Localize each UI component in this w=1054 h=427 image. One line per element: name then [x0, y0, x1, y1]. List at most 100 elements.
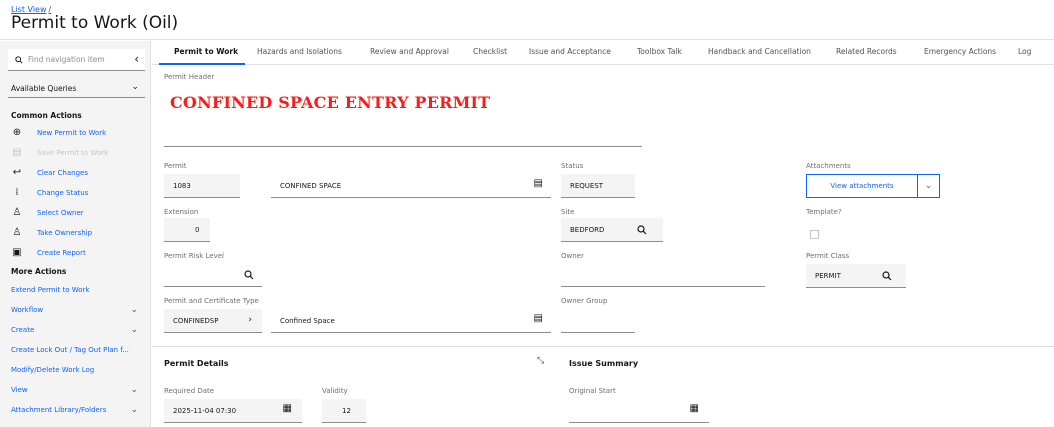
owner-group-label: Owner Group [561, 297, 608, 305]
page-header: List View / Permit to Work (Oil) [0, 0, 1054, 40]
more-extend-permit[interactable]: Extend Permit to Work [11, 285, 146, 297]
certificate-type-field[interactable]: CONFINEDSP › [164, 309, 262, 333]
plus-circle-icon: ⊕ [12, 127, 22, 138]
search-icon[interactable] [882, 271, 892, 281]
more-create[interactable]: Create ⌄ [11, 325, 146, 337]
status-value: REQUEST [570, 182, 604, 190]
tab-toolbox-talk[interactable]: Toolbox Talk [637, 47, 682, 56]
tab-bar: Permit to Work Hazards and Isolations Re… [152, 41, 1054, 65]
certificate-type-value: CONFINEDSP [173, 317, 219, 325]
calendar-icon[interactable]: ▦ [690, 403, 699, 414]
long-description-icon[interactable]: ▤ [534, 178, 543, 189]
undo-icon: ↩ [12, 167, 22, 178]
permit-class-value: PERMIT [815, 272, 841, 280]
tab-related-records[interactable]: Related Records [836, 47, 897, 56]
more-workflow[interactable]: Workflow ⌄ [11, 305, 146, 317]
template-label: Template? [806, 208, 842, 216]
action-clear-changes[interactable]: ↩ Clear Changes [11, 167, 146, 180]
action-label: Select Owner [37, 209, 84, 217]
certificate-type-description-field[interactable]: Confined Space ▤ [271, 309, 551, 333]
action-label: Create [11, 326, 35, 334]
permit-class-label: Permit Class [806, 252, 850, 260]
collapse-icon[interactable]: ⤡ [537, 356, 544, 366]
long-description-icon[interactable]: ▤ [534, 313, 543, 324]
owner-field[interactable] [561, 263, 765, 287]
search-icon[interactable] [244, 270, 254, 280]
chevron-right-icon[interactable]: › [248, 315, 252, 325]
extension-field[interactable]: 0 [164, 218, 210, 242]
action-label: View [11, 386, 28, 394]
permit-number-field[interactable]: 1083 [164, 174, 240, 198]
permit-description-field[interactable]: CONFINED SPACE ▤ [271, 174, 551, 198]
owner-group-field[interactable] [561, 309, 635, 333]
more-attachment-library[interactable]: Attachment Library/Folders ⌄ [11, 405, 146, 417]
permit-description-value: CONFINED SPACE [280, 182, 342, 190]
tab-permit-to-work[interactable]: Permit to Work [174, 47, 238, 56]
chevron-down-icon: ⌄ [130, 385, 138, 395]
required-date-field[interactable]: 2025-11-04 07:30 ▦ [164, 399, 302, 423]
tab-hazards-isolations[interactable]: Hazards and Isolations [257, 47, 342, 56]
certificate-type-label: Permit and Certificate Type [164, 297, 259, 305]
permit-header-value[interactable]: CONFINED SPACE ENTRY PERMIT [170, 93, 490, 112]
report-icon: ▣ [12, 247, 22, 258]
site-value: BEDFORD [570, 226, 605, 234]
chevron-down-icon: ⌄ [130, 405, 138, 415]
action-take-ownership[interactable]: ♙ Take Ownership [11, 227, 146, 240]
required-date-label: Required Date [164, 387, 215, 395]
more-create-loto[interactable]: Create Lock Out / Tag Out Plan f... [11, 345, 146, 357]
action-label: Change Status [37, 189, 89, 197]
search-input-placeholder[interactable]: Find navigation item [28, 55, 105, 64]
navigation-search[interactable]: Find navigation item ‹ [8, 49, 145, 71]
view-attachments-label: View attachments [830, 182, 894, 190]
status-field[interactable]: REQUEST [561, 174, 635, 198]
common-actions-heading: Common Actions [11, 111, 82, 120]
action-label: Clear Changes [37, 169, 88, 177]
action-change-status[interactable]: ⁞ Change Status [11, 187, 146, 200]
action-select-owner[interactable]: ♙ Select Owner [11, 207, 146, 220]
permit-header-label: Permit Header [164, 73, 215, 81]
certificate-type-description: Confined Space [280, 317, 335, 325]
permit-number-value: 1083 [173, 182, 191, 190]
available-queries-label: Available Queries [11, 84, 77, 93]
tab-handback-cancellation[interactable]: Handback and Cancellation [708, 47, 811, 56]
action-label: Create Lock Out / Tag Out Plan f... [11, 346, 129, 354]
action-label: Attachment Library/Folders [11, 406, 107, 414]
user-icon: ♙ [12, 207, 22, 218]
action-save-permit: ▤ Save Permit to Work [11, 147, 146, 160]
issue-summary-title: Issue Summary [569, 359, 639, 368]
calendar-icon[interactable]: ▦ [283, 403, 292, 414]
status-label: Status [561, 162, 584, 170]
chevron-left-icon[interactable]: ‹ [134, 52, 139, 66]
more-modify-work-log[interactable]: Modify/Delete Work Log [11, 365, 146, 377]
user-take-icon: ♙ [12, 227, 22, 238]
view-attachments-button[interactable]: View attachments ⌄ [806, 174, 940, 198]
risk-level-label: Permit Risk Level [164, 252, 224, 260]
tab-log[interactable]: Log [1018, 47, 1031, 56]
tab-checklist[interactable]: Checklist [473, 47, 507, 56]
action-create-report[interactable]: ▣ Create Report [11, 247, 146, 260]
page-title: Permit to Work (Oil) [11, 13, 179, 33]
more-actions-heading: More Actions [11, 267, 67, 276]
validity-field[interactable]: 12 [322, 399, 366, 423]
extension-value: 0 [195, 226, 200, 234]
permit-details-title: Permit Details [164, 359, 229, 368]
active-tab-indicator [159, 63, 245, 65]
permit-label: Permit [164, 162, 187, 170]
site-field[interactable]: BEDFORD [561, 218, 663, 242]
risk-level-field[interactable] [164, 263, 262, 287]
permit-class-field[interactable]: PERMIT [806, 264, 906, 288]
template-checkbox[interactable] [810, 230, 819, 239]
validity-label: Validity [322, 387, 348, 395]
extension-label: Extension [164, 208, 199, 216]
chevron-down-icon[interactable]: ⌄ [917, 175, 939, 197]
more-view[interactable]: View ⌄ [11, 385, 146, 397]
action-label: Extend Permit to Work [11, 286, 90, 294]
search-icon[interactable] [637, 225, 647, 235]
original-start-field[interactable]: ▦ [569, 399, 709, 423]
tab-review-approval[interactable]: Review and Approval [370, 47, 449, 56]
action-label: Create Report [37, 249, 86, 257]
tab-issue-acceptance[interactable]: Issue and Acceptance [529, 47, 611, 56]
action-new-permit[interactable]: ⊕ New Permit to Work [11, 127, 146, 140]
available-queries-select[interactable]: Available Queries ⌄ [8, 78, 145, 98]
tab-emergency-actions[interactable]: Emergency Actions [924, 47, 996, 56]
